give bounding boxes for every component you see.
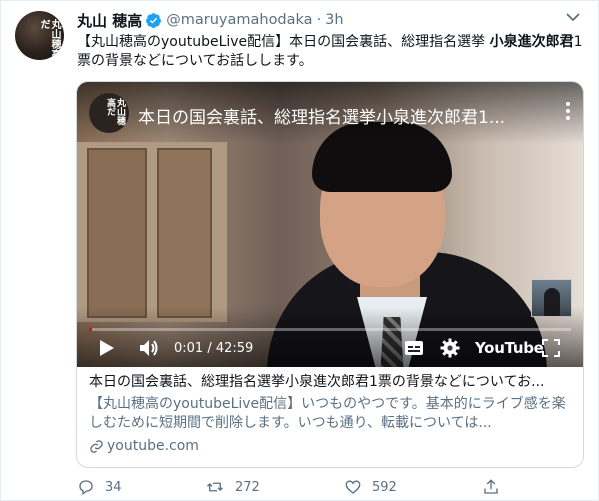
settings-gear-icon[interactable] — [440, 337, 460, 359]
video-title[interactable]: 本日の国会裏話、総理指名選挙小泉進次郎君1... — [138, 103, 518, 128]
youtube-logo[interactable]: YouTube — [475, 337, 544, 359]
separator: · — [316, 12, 322, 28]
handle[interactable]: @maruyamahodaka — [166, 12, 312, 28]
video-scene-door — [87, 148, 147, 318]
tweet[interactable]: 丸山穂高だ 丸山 穂高 @maruyamahodaka · 3h 【丸山穂高のy… — [0, 0, 599, 501]
share-button[interactable] — [482, 478, 500, 496]
card-meta[interactable]: 本日の国会裏話、総理指名選挙小泉進次郎君1票の背景などについてお... 【丸山穂… — [77, 367, 583, 467]
card-domain-text: youtube.com — [107, 438, 199, 454]
avatar[interactable]: 丸山穂高だ — [15, 11, 64, 60]
link-card[interactable]: 丸山穂高だ 本日の国会裏話、総理指名選挙小泉進次郎君1... 0:01 / 42… — [76, 81, 584, 468]
reply-button[interactable]: 34 — [77, 478, 122, 496]
retweet-button[interactable]: 272 — [205, 478, 260, 496]
tweet-header: 丸山 穂高 @maruyamahodaka · 3h — [77, 10, 344, 30]
tweet-text: 【丸山穂高のyoutubeLive配信】本日の国会裏話、総理指名選挙 小泉進次郎… — [77, 33, 587, 71]
like-count: 592 — [372, 479, 397, 495]
display-name[interactable]: 丸山 穂高 — [77, 10, 142, 31]
card-description: 【丸山穂高のyoutubeLive配信】いつものやつです。基本的にライブ感を楽し… — [89, 396, 566, 431]
video-time: 0:01 / 42:59 — [174, 340, 254, 356]
progress-bar[interactable] — [89, 328, 571, 331]
reply-count: 34 — [105, 479, 122, 495]
tweet-text-part1: 【丸山穂高のyoutubeLive配信】本日の国会裏話、総理指名選挙 — [77, 34, 490, 50]
chevron-down-icon[interactable] — [566, 11, 580, 25]
card-domain: youtube.com — [89, 437, 571, 456]
heart-icon — [345, 480, 361, 494]
more-options-icon[interactable] — [565, 102, 571, 124]
channel-icon-text: 丸山穂高だ — [105, 98, 125, 125]
fullscreen-icon[interactable] — [542, 337, 560, 359]
tweet-text-bold: 小泉進次郎君 — [489, 34, 574, 50]
reply-icon — [79, 480, 93, 496]
retweet-icon — [207, 482, 223, 492]
like-button[interactable]: 592 — [344, 478, 397, 496]
channel-icon[interactable]: 丸山穂高だ — [89, 93, 129, 133]
link-icon — [90, 440, 103, 453]
play-icon[interactable] — [99, 337, 115, 359]
volume-icon[interactable] — [139, 337, 161, 359]
video-scene-door — [157, 148, 212, 318]
progress-bar-fill — [89, 328, 92, 331]
video-player[interactable]: 丸山穂高だ 本日の国会裏話、総理指名選挙小泉進次郎君1... 0:01 / 42… — [77, 82, 583, 367]
retweet-count: 272 — [235, 479, 260, 495]
avatar-text: 丸山穂高だ — [38, 19, 60, 59]
card-title: 本日の国会裏話、総理指名選挙小泉進次郎君1票の背景などについてお... — [89, 374, 545, 390]
verified-badge-icon — [146, 12, 162, 28]
timestamp[interactable]: 3h — [325, 12, 343, 28]
subtitles-icon[interactable] — [404, 337, 424, 359]
tweet-actions: 34 272 592 — [77, 476, 500, 498]
share-icon — [484, 479, 498, 494]
